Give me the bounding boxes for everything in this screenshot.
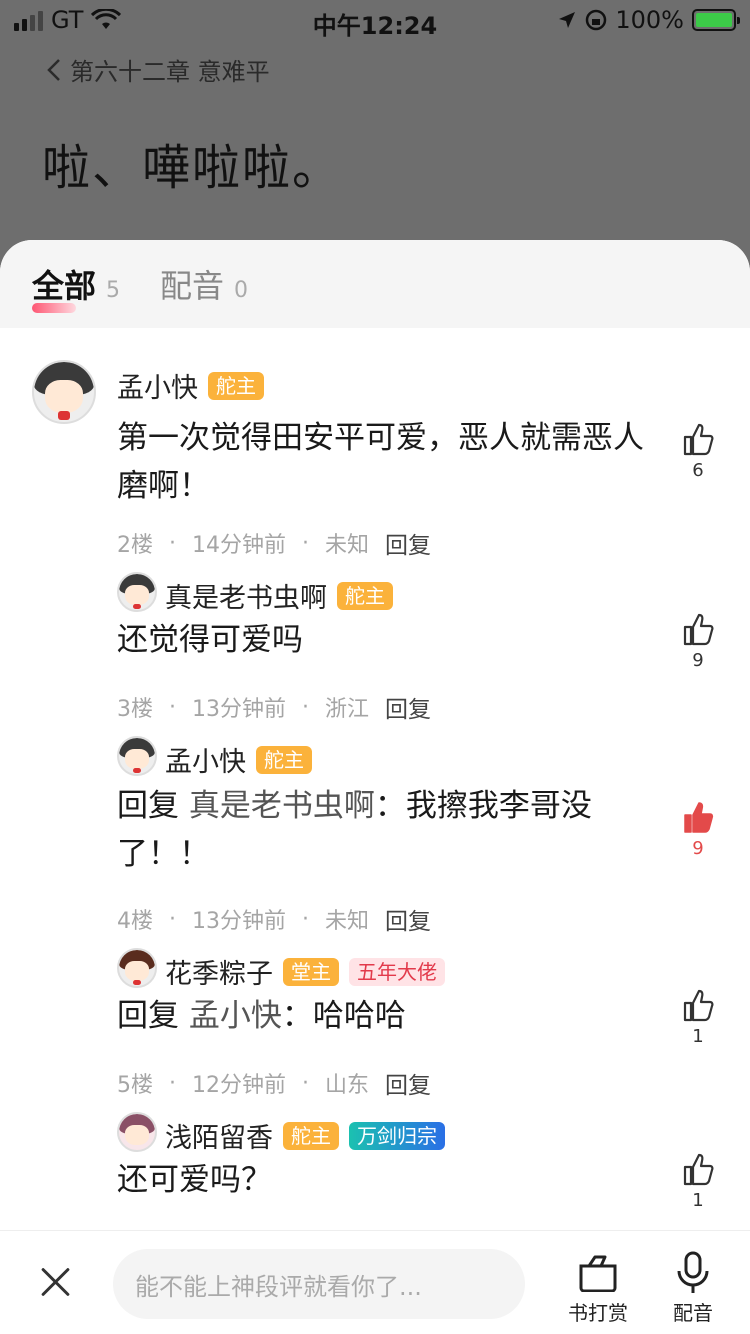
reply-button[interactable]: 回复 <box>385 690 431 724</box>
reply-button[interactable]: 回复 <box>385 1066 431 1100</box>
reply-body: ：哈哈哈 <box>281 998 406 1034</box>
reply-target[interactable]: 孟小快 <box>189 998 282 1034</box>
reply-target[interactable]: 真是老书虫啊 <box>189 788 375 824</box>
rank-badge: 舵主 <box>337 581 393 610</box>
reader-text: 啦、嘩啦啦。 <box>42 140 343 196</box>
comment-time: 12分钟前 <box>192 1073 286 1098</box>
avatar[interactable] <box>32 360 96 424</box>
avatar[interactable] <box>117 948 157 988</box>
commenter-name[interactable]: 花季粽子 <box>165 952 273 991</box>
rank-badge: 舵主 <box>208 371 264 400</box>
thumbs-up-icon <box>683 1153 714 1186</box>
close-icon[interactable] <box>34 1261 78 1305</box>
comment-time: 14分钟前 <box>192 533 286 558</box>
location-arrow-icon <box>559 12 576 28</box>
battery-icon <box>692 9 740 31</box>
avatar[interactable] <box>117 572 157 612</box>
honor-badge: 五年大佬 <box>349 957 445 986</box>
thumbs-up-icon <box>683 989 714 1022</box>
comment-location: 未知 <box>325 909 370 934</box>
like-button[interactable]: 6 <box>680 422 716 481</box>
tab-all-label: 全部 <box>32 267 97 305</box>
comment-text: 回复 孟小快：哈哈哈 <box>117 992 657 1040</box>
comment-time: 13分钟前 <box>192 697 286 722</box>
comment-location: 未知 <box>325 533 370 558</box>
dub-button[interactable]: 配音 <box>658 1249 728 1326</box>
comment-location: 山东 <box>325 1073 370 1098</box>
like-count: 6 <box>692 460 704 481</box>
comment-meta: 5楼 · 12分钟前 · 山东 回复 <box>117 1066 431 1100</box>
commenter-name[interactable]: 浅陌留香 <box>165 1116 273 1155</box>
microphone-icon <box>677 1251 709 1293</box>
commenter-name[interactable]: 孟小快 <box>165 740 246 779</box>
book-reward-button[interactable]: 书打赏 <box>563 1249 633 1326</box>
comment-text: 还觉得可爱吗 <box>117 622 303 658</box>
reply-button[interactable]: 回复 <box>385 902 431 936</box>
floor-number: 2楼 <box>117 533 153 558</box>
tab-all-count: 5 <box>106 278 121 303</box>
comment-input[interactable]: 能不能上神段评就看你了... <box>113 1249 525 1319</box>
avatar[interactable] <box>117 736 157 776</box>
comment-text: 第一次觉得田安平可爱，恶人就需恶人磨啊！ <box>117 420 644 504</box>
thumbs-up-icon <box>683 613 714 646</box>
rank-badge: 舵主 <box>283 1121 339 1150</box>
commenter-name[interactable]: 真是老书虫啊 <box>165 576 327 615</box>
commenter-name[interactable]: 孟小快 <box>117 366 198 405</box>
comment-input-placeholder: 能不能上神段评就看你了... <box>135 1272 422 1301</box>
rotation-lock-icon <box>586 9 607 31</box>
chapter-title: 第六十二章 意难平 <box>70 58 270 86</box>
comment-input-bar: 能不能上神段评就看你了... 书打赏 配音 <box>0 1230 750 1334</box>
status-bar: GT 中午12:24 100% <box>0 0 750 40</box>
chevron-left-icon <box>47 58 60 81</box>
like-count: 9 <box>692 650 704 671</box>
floor-number: 5楼 <box>117 1073 153 1098</box>
comment-text: 还可爱吗？ <box>117 1162 272 1198</box>
gift-bag-icon <box>579 1255 617 1292</box>
floor-number: 3楼 <box>117 697 153 722</box>
honor-badge: 万剑归宗 <box>349 1121 445 1150</box>
like-count: 1 <box>692 1190 704 1211</box>
reply-button[interactable]: 回复 <box>385 526 431 560</box>
book-reward-label: 书打赏 <box>568 1301 628 1325</box>
tab-dub-label: 配音 <box>160 267 225 305</box>
reply-prefix: 回复 <box>117 788 189 824</box>
tab-dub-count: 0 <box>234 278 249 303</box>
comment-meta: 4楼 · 13分钟前 · 未知 回复 <box>117 902 431 936</box>
comment-text: 回复 真是老书虫啊：我擦我李哥没了！！ <box>117 782 657 878</box>
like-button[interactable]: 9 <box>680 800 716 859</box>
like-button[interactable]: 1 <box>680 988 716 1047</box>
like-count: 1 <box>692 1026 704 1047</box>
chapter-back-button[interactable]: 第六十二章 意难平 <box>46 52 270 87</box>
dub-label: 配音 <box>673 1301 713 1325</box>
comment-time: 13分钟前 <box>192 909 286 934</box>
thumbs-up-icon <box>683 423 714 456</box>
reply-prefix: 回复 <box>117 998 189 1034</box>
comment-location: 浙江 <box>325 697 370 722</box>
comment-meta: 3楼 · 13分钟前 · 浙江 回复 <box>117 690 431 724</box>
floor-number: 4楼 <box>117 909 153 934</box>
comment-sheet: 全部 5 配音 0 孟小快 舵主 第一次觉得田安平可爱，恶人就需恶人磨啊！ 2楼… <box>0 240 750 1334</box>
rank-badge: 堂主 <box>283 957 339 986</box>
like-button[interactable]: 9 <box>680 612 716 671</box>
thumbs-up-filled-icon <box>684 802 714 833</box>
tab-dub[interactable]: 配音 0 <box>160 261 248 307</box>
battery-percent: 100% <box>615 6 684 34</box>
rank-badge: 舵主 <box>256 745 312 774</box>
tab-all[interactable]: 全部 5 <box>32 261 121 313</box>
avatar[interactable] <box>117 1112 157 1152</box>
comment-tabs: 全部 5 配音 0 <box>0 240 750 328</box>
like-button[interactable]: 1 <box>680 1152 716 1211</box>
comment-meta: 2楼 · 14分钟前 · 未知 回复 <box>117 526 431 560</box>
like-count: 9 <box>692 838 704 859</box>
